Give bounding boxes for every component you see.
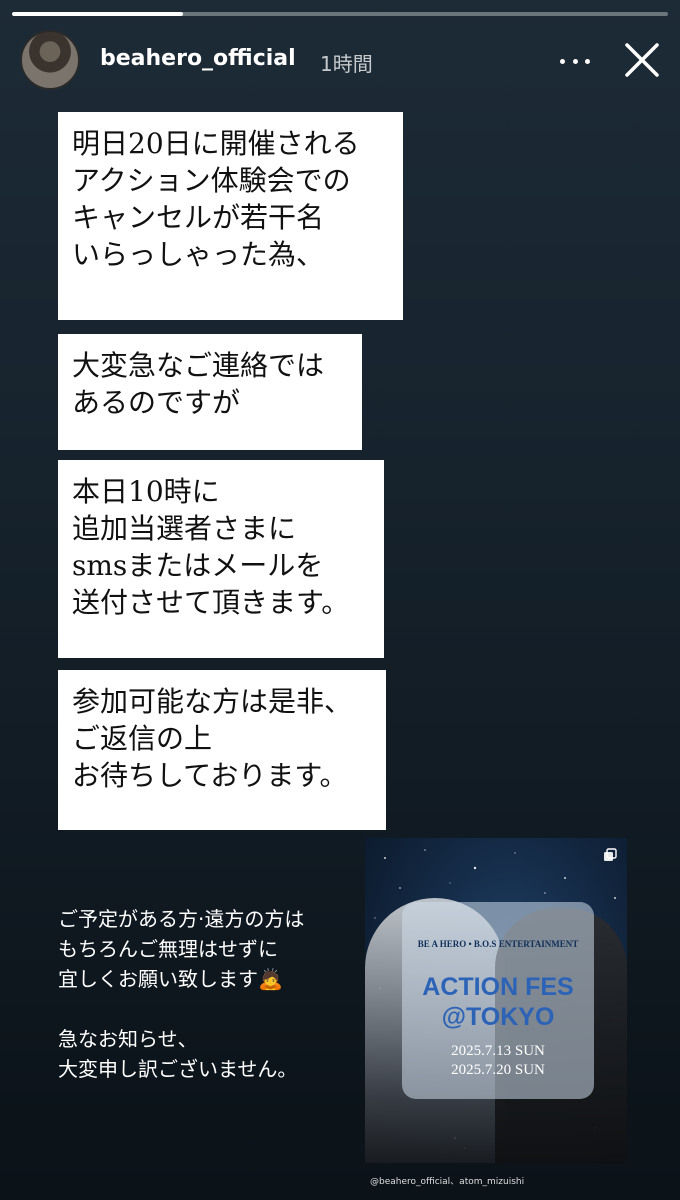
text-bubble-4: 参加可能な方は是非、 ご返信の上 お待ちしております。 [58, 670, 386, 830]
story-progress-bar [12, 12, 668, 16]
story-progress-fill [12, 12, 183, 16]
username[interactable]: beahero_official [100, 46, 296, 71]
more-horizontal-icon[interactable] [560, 46, 590, 76]
poster-dates: 2025.7.13 SUN 2025.7.20 SUN [451, 1043, 545, 1078]
text-bubble-3: 本日10時に 追加当選者さまに smsまたはメールを 送付させて頂きます。 [58, 460, 384, 658]
photo-credit: @beahero_official、atom_mizuishi [370, 1177, 525, 1187]
text-bubble-1: 明日20日に開催される アクション体験会での キャンセルが若干名 いらっしゃった… [58, 112, 403, 320]
copy-icon [604, 848, 617, 861]
close-icon[interactable] [624, 42, 660, 78]
avatar[interactable] [20, 30, 80, 90]
poster-title: ACTION FES @TOKYO [422, 973, 574, 1031]
poster-organizer: BE A HERO • B.O.S ENTERTAINMENT [417, 939, 579, 949]
post-time: 1時間 [320, 52, 373, 76]
story-note-text: ご予定がある方·遠方の方は もちろんご無理はせずに 宜しくお願い致します🙇 急な… [58, 907, 305, 1081]
event-poster[interactable]: BE A HERO • B.O.S ENTERTAINMENT ACTION F… [365, 838, 627, 1163]
poster-info-card: BE A HERO • B.O.S ENTERTAINMENT ACTION F… [402, 902, 594, 1099]
text-bubble-2: 大変急なご連絡では あるのですが [58, 334, 362, 450]
story-header: beahero_official 1時間 [20, 30, 660, 90]
